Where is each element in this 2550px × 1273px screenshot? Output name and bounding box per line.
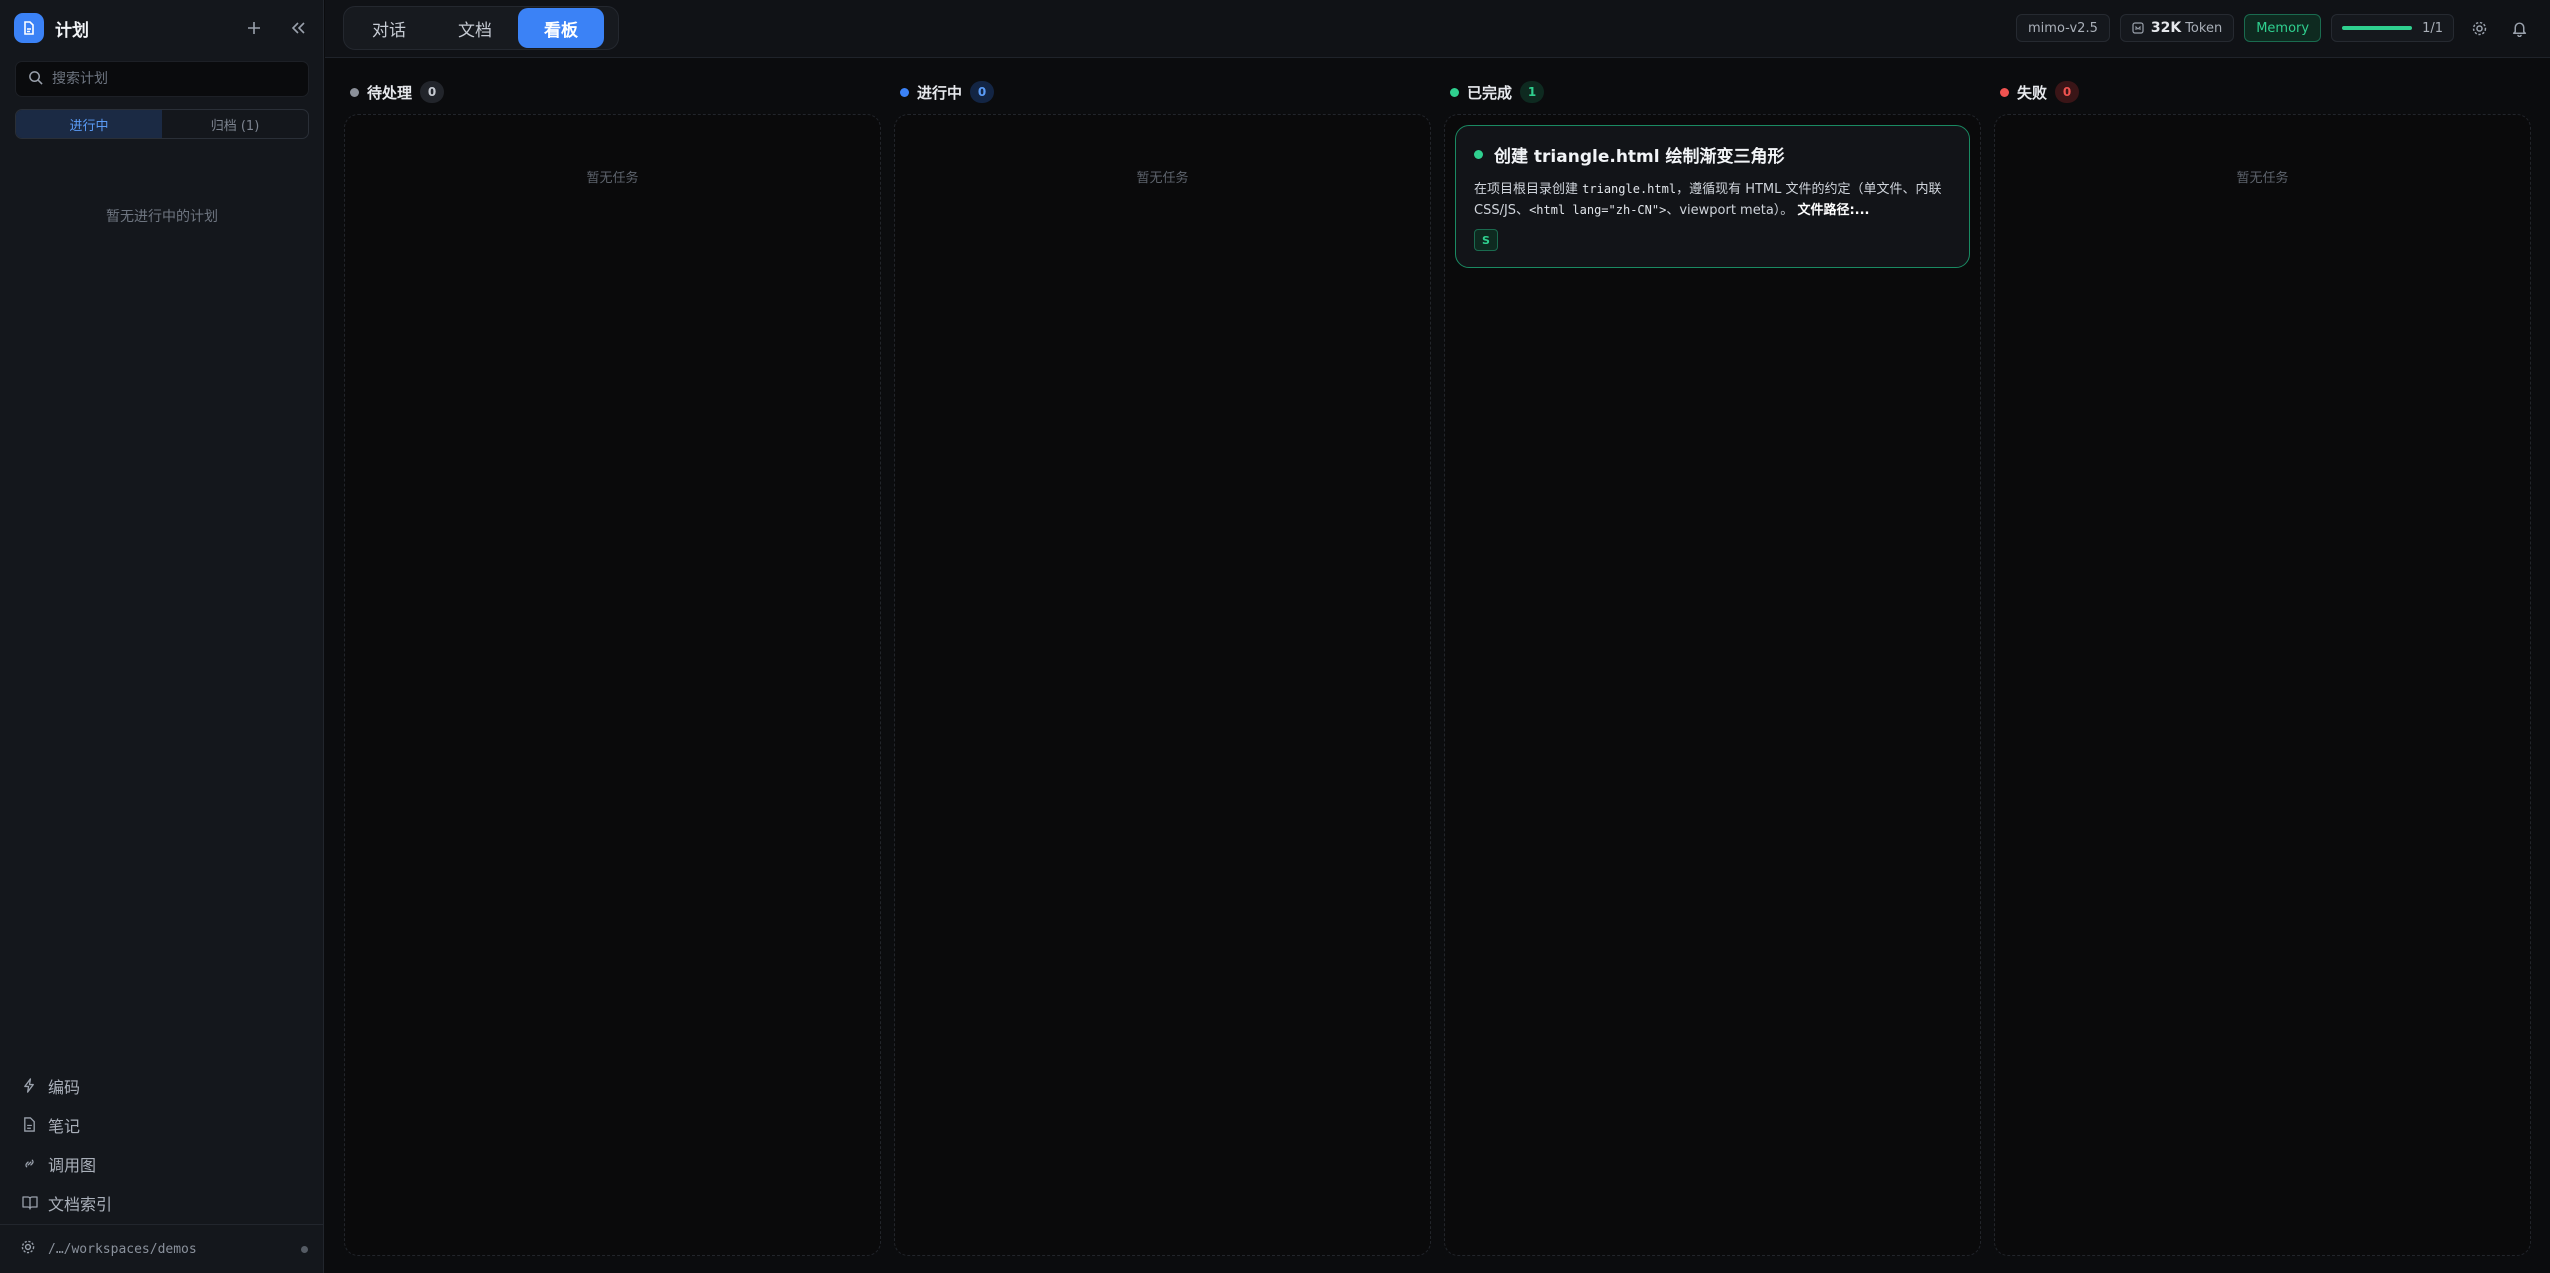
column-status-dot xyxy=(1450,87,1459,97)
sidebar-nav: 编码 笔记 调用图 文档索引 xyxy=(22,1066,112,1222)
search-icon xyxy=(28,70,43,89)
column-title: 进行中 xyxy=(917,83,963,102)
progress-chip[interactable]: 1/1 xyxy=(2331,14,2454,42)
column-body: 创建 triangle.html 绘制渐变三角形 在项目根目录创建 triang… xyxy=(1444,114,1981,1256)
nav-label: 调用图 xyxy=(48,1155,97,1175)
tab-board[interactable]: 看板 xyxy=(518,8,604,48)
nav-label: 笔记 xyxy=(48,1116,81,1136)
column-empty-text: 暂无任务 xyxy=(2236,171,2289,186)
column-header: 失败 0 xyxy=(2000,80,2080,104)
nav-item-doc-index[interactable]: 文档索引 xyxy=(22,1183,112,1222)
tab-docs[interactable]: 文档 xyxy=(432,8,518,48)
nav-label: 编码 xyxy=(48,1077,81,1097)
column-header: 进行中 0 xyxy=(900,80,995,104)
column-header: 已完成 1 xyxy=(1450,80,1545,104)
sidebar-title: 计划 xyxy=(55,20,89,41)
search-input[interactable] xyxy=(52,71,292,87)
desc-bold: 文件路径:... xyxy=(1797,203,1870,218)
column-status-dot xyxy=(900,87,909,97)
memory-chip[interactable]: Memory xyxy=(2244,14,2322,42)
task-status-dot xyxy=(1474,150,1483,159)
nav-item-callgraph[interactable]: 调用图 xyxy=(22,1144,112,1183)
workspace-footer[interactable]: /…/workspaces/demos xyxy=(0,1224,324,1273)
desc-text: 在项目根目录创建 xyxy=(1474,182,1583,197)
plan-logo-icon xyxy=(14,13,44,43)
column-empty-text: 暂无任务 xyxy=(1136,171,1189,186)
file-icon xyxy=(22,1117,38,1133)
desc-code: triangle.html xyxy=(1582,182,1677,196)
progress-bar xyxy=(2342,26,2413,30)
column-title: 失败 xyxy=(2017,83,2048,102)
view-tabs: 对话 文档 看板 xyxy=(343,6,619,50)
sidebar: 计划 进行中 归档 (1) 暂无进行中的计划 编码 xyxy=(0,0,324,1273)
task-title-text: 创建 triangle.html 绘制渐变三角形 xyxy=(1494,147,1785,167)
column-title: 已完成 xyxy=(1467,83,1513,102)
task-description: 在项目根目录创建 triangle.html，遵循现有 HTML 文件的约定（单… xyxy=(1474,179,1952,221)
column-count-badge: 0 xyxy=(420,81,445,103)
column-count-badge: 1 xyxy=(1520,81,1545,103)
topbar: 对话 文档 看板 mimo-v2.5 32K Token Memory 1/1 xyxy=(325,0,2550,58)
link-icon xyxy=(22,1156,38,1172)
column-empty-text: 暂无任务 xyxy=(586,171,639,186)
model-chip[interactable]: mimo-v2.5 xyxy=(2016,14,2110,42)
topbar-status: mimo-v2.5 32K Token Memory 1/1 xyxy=(2016,13,2530,43)
lightning-icon xyxy=(22,1078,38,1094)
column-done: 已完成 1 创建 triangle.html 绘制渐变三角形 在项目根目录创建 … xyxy=(1444,72,1981,1258)
segment-archive[interactable]: 归档 (1) xyxy=(162,110,308,138)
token-icon xyxy=(2132,22,2144,34)
status-dot xyxy=(301,1246,308,1253)
column-header: 待处理 0 xyxy=(350,80,445,104)
nav-item-coding[interactable]: 编码 xyxy=(22,1066,112,1105)
desc-text: 、viewport meta）。 xyxy=(1666,203,1794,218)
token-value: 32K xyxy=(2150,20,2182,36)
column-body: 暂无任务 xyxy=(894,114,1431,1256)
column-failed: 失败 0 暂无任务 xyxy=(1994,72,2531,1258)
column-status-dot xyxy=(2000,87,2009,97)
workspace-path: /…/workspaces/demos xyxy=(48,1241,197,1257)
column-body: 暂无任务 xyxy=(1994,114,2531,1256)
token-chip[interactable]: 32K Token xyxy=(2119,14,2235,42)
column-body: 暂无任务 xyxy=(344,114,881,1256)
progress-fill xyxy=(2342,26,2413,30)
column-in-progress: 进行中 0 暂无任务 xyxy=(894,72,1431,1258)
tab-chat[interactable]: 对话 xyxy=(346,8,432,48)
nav-item-notes[interactable]: 笔记 xyxy=(22,1105,112,1144)
column-count-badge: 0 xyxy=(970,81,995,103)
search-box xyxy=(15,61,309,97)
bell-icon[interactable] xyxy=(2508,17,2530,39)
nav-label: 文档索引 xyxy=(48,1194,113,1214)
settings-gear-icon[interactable] xyxy=(2468,17,2490,39)
task-card[interactable]: 创建 triangle.html 绘制渐变三角形 在项目根目录创建 triang… xyxy=(1455,125,1970,268)
add-plan-icon[interactable] xyxy=(243,17,265,39)
column-pending: 待处理 0 暂无任务 xyxy=(344,72,881,1258)
progress-text: 1/1 xyxy=(2422,20,2443,36)
sidebar-header: 计划 xyxy=(14,13,309,43)
book-icon xyxy=(22,1195,38,1211)
column-status-dot xyxy=(350,87,359,97)
collapse-sidebar-icon[interactable] xyxy=(287,17,309,39)
gear-icon[interactable] xyxy=(20,1239,36,1259)
plan-filter-segment: 进行中 归档 (1) xyxy=(15,109,309,139)
column-title: 待处理 xyxy=(367,83,413,102)
column-count-badge: 0 xyxy=(2055,81,2080,103)
task-card-title: 创建 triangle.html 绘制渐变三角形 xyxy=(1474,142,1951,167)
token-label: Token xyxy=(2185,20,2223,36)
desc-code: <html lang="zh-CN"> xyxy=(1529,203,1667,217)
task-size-tag: S xyxy=(1474,229,1498,251)
segment-active[interactable]: 进行中 xyxy=(16,110,162,138)
sidebar-empty-text: 暂无进行中的计划 xyxy=(106,209,218,225)
